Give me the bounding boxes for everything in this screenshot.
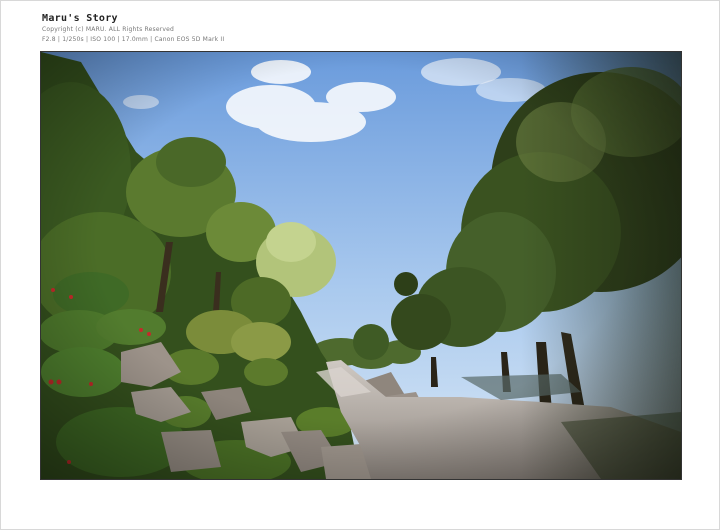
garden-photo-illustration [41,52,681,479]
exif-text: F2.8 | 1/250s | ISO 100 | 17.0mm | Canon… [42,36,225,43]
vignette [41,52,681,479]
garden-photo [40,51,682,480]
copyright-text: Copyright (c) MARU. ALL Rights Reserved [42,26,175,33]
blog-title: Maru's Story [42,13,118,24]
header: Maru's Story Copyright (c) MARU. ALL Rig… [42,12,224,45]
